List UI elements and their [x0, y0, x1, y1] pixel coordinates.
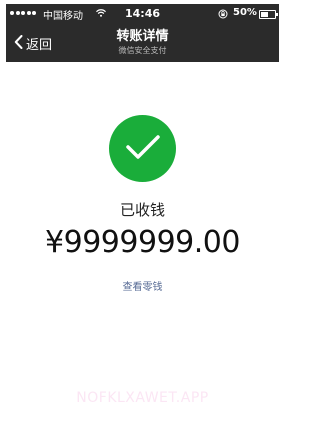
transfer-status: 已收钱 — [119, 201, 165, 219]
battery-percent: 50% — [233, 7, 257, 18]
nav-title-group: 转账详情 微信安全支付 — [6, 29, 279, 57]
phone-screen: 中国移动 14:46 50% 返回 转账详情 微信安全支付 已收钱 ¥99999… — [0, 0, 285, 422]
page-subtitle: 微信安全支付 — [118, 46, 167, 55]
status-bar: 中国移动 14:46 50% — [6, 4, 279, 24]
transfer-detail-content: 已收钱 ¥9999999.00 查看零钱 NOFKLXAWET.APP — [6, 62, 279, 408]
navigation-bar: 返回 转账详情 微信安全支付 — [6, 24, 279, 62]
success-badge — [109, 115, 176, 182]
checkmark-icon — [125, 133, 161, 165]
view-change-link[interactable]: 查看零钱 — [6, 278, 279, 293]
page-title: 转账详情 — [116, 29, 169, 44]
transfer-amount: ¥9999999.00 — [45, 225, 240, 260]
battery-icon — [259, 10, 278, 19]
watermark: NOFKLXAWET.APP — [76, 390, 209, 406]
orientation-lock-icon — [218, 9, 228, 22]
